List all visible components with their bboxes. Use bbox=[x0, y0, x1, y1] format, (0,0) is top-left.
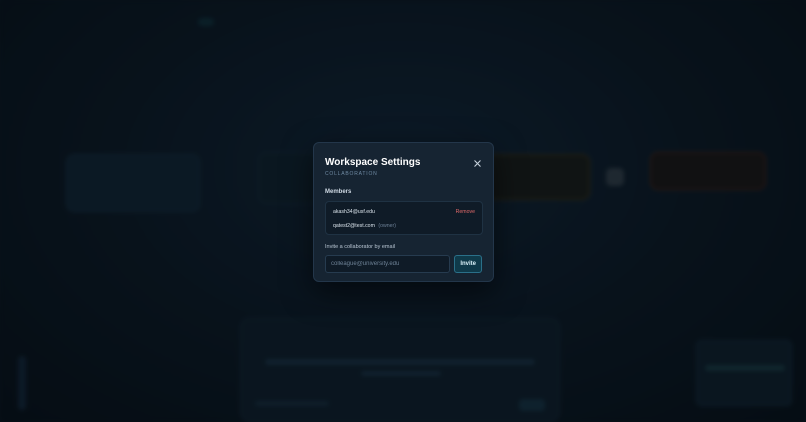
close-button[interactable] bbox=[473, 159, 482, 168]
member-identity: qatest2@test.com (owner) bbox=[333, 223, 396, 229]
owner-tag: (owner) bbox=[378, 223, 396, 229]
invite-row: Invite bbox=[325, 255, 482, 273]
modal-title: Workspace Settings bbox=[325, 157, 421, 168]
member-email: akash34@usf.edu bbox=[333, 209, 375, 215]
member-row: qatest2@test.com (owner) bbox=[333, 219, 475, 233]
members-heading: Members bbox=[325, 189, 352, 195]
workspace-settings-modal: Workspace Settings COLLABORATION Members… bbox=[313, 142, 494, 282]
invite-button[interactable]: Invite bbox=[454, 255, 482, 273]
remove-member-button[interactable]: Remove bbox=[456, 209, 475, 215]
member-row: akash34@usf.edu Remove bbox=[333, 205, 475, 219]
invite-label: Invite a collaborator by email bbox=[325, 244, 396, 250]
modal-subtitle: COLLABORATION bbox=[325, 171, 378, 177]
close-icon bbox=[473, 159, 482, 168]
invite-email-input[interactable] bbox=[325, 255, 451, 273]
member-email: qatest2@test.com bbox=[333, 223, 375, 229]
members-list: akash34@usf.edu Remove qatest2@test.com … bbox=[325, 201, 483, 235]
